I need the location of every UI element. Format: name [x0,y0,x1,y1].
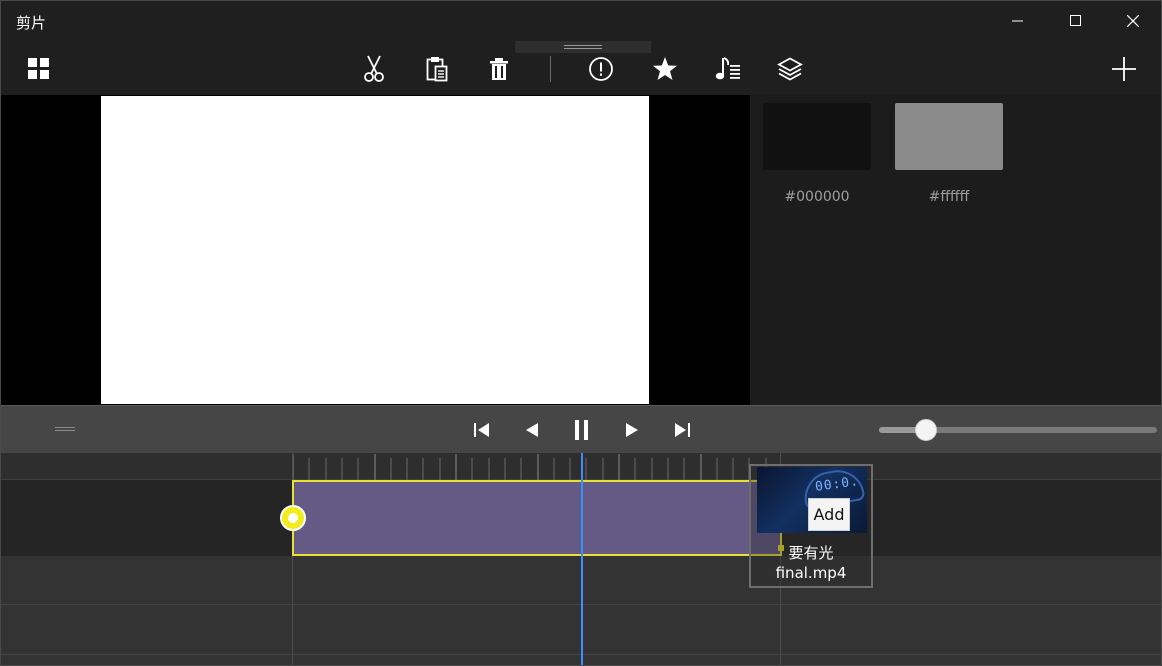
color-panel: #000000 #ffffff [750,95,1161,405]
media-thumbnail: 00:0. Add [757,467,867,533]
scissors-icon [364,55,384,82]
skip-to-end-button[interactable] [667,416,697,444]
favorite-button[interactable] [645,51,685,87]
app-window: 剪片 #000000 #ffffff 00:0. Add 要有光 final.m… [0,0,1162,666]
close-icon [1127,15,1139,27]
transport-bar [1,405,1161,453]
title-bar: 剪片 [1,1,1161,41]
color-swatch-label: #ffffff [928,189,970,205]
add-media-button[interactable]: Add [808,498,850,531]
grid-icon [28,58,49,79]
playhead[interactable] [581,453,583,665]
audio-button[interactable] [708,51,748,87]
minimize-button[interactable] [989,1,1047,41]
skip-to-start-button[interactable] [467,416,497,444]
step-back-button[interactable] [517,416,547,444]
minimize-icon [1012,20,1023,22]
close-button[interactable] [1104,1,1161,41]
info-button[interactable] [581,51,621,87]
media-name-line2: final.mp4 [775,564,847,582]
color-swatch-black[interactable] [763,103,871,170]
media-name-line1: 要有光 [788,544,834,562]
cut-button[interactable] [354,51,394,87]
maximize-icon [1070,15,1081,26]
step-forward-icon [626,423,638,437]
clipboard-icon [426,57,448,82]
timeline-clip[interactable] [292,480,782,556]
add-button[interactable] [1104,51,1144,87]
app-title: 剪片 [16,14,47,32]
layers-icon [777,57,803,81]
video-preview[interactable] [1,95,750,405]
zoom-slider[interactable] [879,419,1157,441]
zoom-slider-thumb[interactable] [914,419,937,441]
step-forward-button[interactable] [617,416,647,444]
paste-button[interactable] [417,51,457,87]
toolbar [1,41,1161,95]
pause-button[interactable] [567,416,597,444]
color-swatch-label: #000000 [784,189,850,205]
pause-icon [575,420,588,440]
plus-icon [1112,57,1136,81]
star-icon [653,57,677,80]
media-item[interactable]: 00:0. Add 要有光 final.mp4 [749,464,873,588]
color-swatch-white[interactable] [895,103,1003,170]
trash-icon [490,58,508,80]
step-back-icon [526,423,538,437]
timeline[interactable] [1,453,1161,665]
clip-start-handle[interactable] [280,505,306,531]
layers-button[interactable] [770,51,810,87]
skip-start-icon [474,423,489,437]
timeline-drag-handle[interactable] [55,427,75,431]
delete-button[interactable] [479,51,519,87]
music-icon [715,57,740,80]
preview-canvas [101,96,649,404]
alert-icon [589,57,613,81]
skip-end-icon [675,423,690,437]
maximize-button[interactable] [1047,1,1105,41]
grid-button[interactable] [19,51,59,87]
toolbar-separator [550,56,551,82]
media-name: 要有光 final.mp4 [751,543,871,583]
